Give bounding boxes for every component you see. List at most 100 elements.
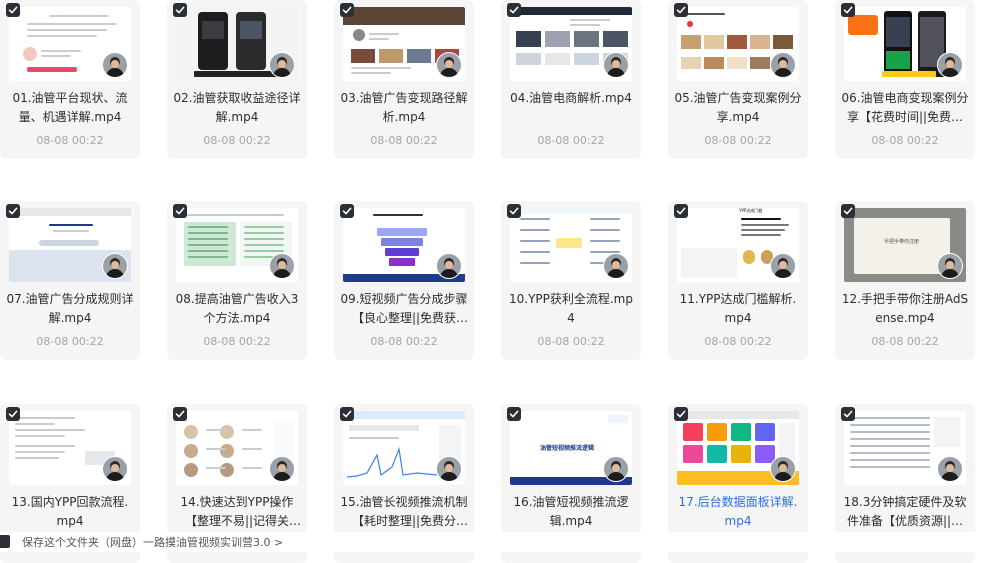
- file-card[interactable]: 09.短视频广告分成步骤【良心整理||免费获取】.mp4 08-08 00:22: [334, 201, 474, 360]
- file-name[interactable]: 18.3分钟搞定硬件及软件准备【优质资源||关注】.mp4: [841, 493, 969, 531]
- presenter-avatar: [603, 456, 629, 482]
- checkbox-checked-icon[interactable]: [674, 204, 688, 218]
- file-name[interactable]: 05.油管广告变现案例分享.mp4: [674, 89, 802, 127]
- presenter-avatar: [436, 52, 462, 78]
- checkbox-checked-icon[interactable]: [841, 407, 855, 421]
- checkbox-checked-icon[interactable]: [507, 204, 521, 218]
- video-thumbnail[interactable]: [677, 7, 799, 81]
- file-name[interactable]: 14.快速达到YPP操作【整理不易||记得关注】.mp4: [173, 493, 301, 531]
- checkbox-checked-icon[interactable]: [6, 407, 20, 421]
- checkbox-checked-icon[interactable]: [507, 3, 521, 17]
- file-date: 08-08 00:22: [370, 335, 438, 348]
- checkbox-checked-icon[interactable]: [173, 204, 187, 218]
- file-date: 08-08 00:22: [871, 335, 939, 348]
- presenter-avatar: [269, 456, 295, 482]
- presenter-avatar: [770, 52, 796, 78]
- presenter-avatar: [102, 456, 128, 482]
- presenter-avatar: [770, 456, 796, 482]
- file-name[interactable]: 01.油管平台现状、流量、机遇详解.mp4: [6, 89, 134, 127]
- presenter-avatar: [269, 253, 295, 279]
- file-date: 08-08 00:22: [203, 335, 271, 348]
- file-date: 08-08 00:22: [871, 134, 939, 147]
- file-name[interactable]: 07.油管广告分成规则详解.mp4: [6, 290, 134, 328]
- checkbox-checked-icon[interactable]: [6, 3, 20, 17]
- file-date: 08-08 00:22: [36, 134, 104, 147]
- file-card[interactable]: 06.油管电商变现案例分享【花费时间||免费分享】.mp4 08-08 00:2…: [835, 0, 975, 159]
- bottom-check-icon[interactable]: [0, 535, 10, 548]
- file-name[interactable]: 02.油管获取收益途径详解.mp4: [173, 89, 301, 127]
- checkbox-checked-icon[interactable]: [340, 407, 354, 421]
- file-card[interactable]: 02.油管获取收益途径详解.mp4 08-08 00:22: [167, 0, 307, 159]
- video-thumbnail[interactable]: [176, 208, 298, 282]
- file-card[interactable]: 03.油管广告变现路径解析.mp4 08-08 00:22: [334, 0, 474, 159]
- file-card[interactable]: 01.油管平台现状、流量、机遇详解.mp4 08-08 00:22: [0, 0, 140, 159]
- checkbox-checked-icon[interactable]: [674, 407, 688, 421]
- file-card[interactable]: 05.油管广告变现案例分享.mp4 08-08 00:22: [668, 0, 808, 159]
- file-card[interactable]: 08.提高油管广告收入3个方法.mp4 08-08 00:22: [167, 201, 307, 360]
- checkbox-checked-icon[interactable]: [841, 3, 855, 17]
- video-thumbnail[interactable]: [176, 411, 298, 485]
- video-thumbnail[interactable]: [343, 208, 465, 282]
- presenter-avatar: [937, 253, 963, 279]
- video-thumbnail[interactable]: [343, 411, 465, 485]
- file-date: 08-08 00:22: [36, 335, 104, 348]
- file-card[interactable]: 07.油管广告分成规则详解.mp4 08-08 00:22: [0, 201, 140, 360]
- presenter-avatar: [603, 52, 629, 78]
- checkbox-checked-icon[interactable]: [173, 407, 187, 421]
- presenter-avatar: [102, 52, 128, 78]
- file-name[interactable]: 08.提高油管广告收入3个方法.mp4: [173, 290, 301, 328]
- thumb-text-12: 手把手带你注册: [884, 239, 920, 245]
- file-name[interactable]: 03.油管广告变现路径解析.mp4: [340, 89, 468, 127]
- video-thumbnail[interactable]: [510, 7, 632, 81]
- video-thumbnail[interactable]: [677, 411, 799, 485]
- video-thumbnail[interactable]: [9, 7, 131, 81]
- presenter-avatar: [269, 52, 295, 78]
- video-thumbnail[interactable]: 油管短视频推流逻辑: [510, 411, 632, 485]
- checkbox-checked-icon[interactable]: [340, 3, 354, 17]
- video-thumbnail[interactable]: [9, 208, 131, 282]
- checkbox-checked-icon[interactable]: [173, 3, 187, 17]
- file-name[interactable]: 12.手把手带你注册AdSense.mp4: [841, 290, 969, 328]
- checkbox-checked-icon[interactable]: [674, 3, 688, 17]
- video-thumbnail[interactable]: YPP达成门槛: [677, 208, 799, 282]
- file-name[interactable]: 16.油管短视频推流逻辑.mp4: [507, 493, 635, 531]
- file-date: 08-08 00:22: [370, 134, 438, 147]
- presenter-avatar: [436, 253, 462, 279]
- video-thumbnail[interactable]: [510, 208, 632, 282]
- file-card[interactable]: 10.YPP获利全流程.mp4 08-08 00:22: [501, 201, 641, 360]
- presenter-avatar: [937, 52, 963, 78]
- presenter-avatar: [603, 253, 629, 279]
- file-name[interactable]: 17.后台数据面板详解.mp4: [674, 493, 802, 531]
- file-date: 08-08 00:22: [203, 134, 271, 147]
- file-name[interactable]: 06.油管电商变现案例分享【花费时间||免费分享】.mp4: [841, 89, 969, 127]
- file-card[interactable]: 04.油管电商解析.mp4 08-08 00:22: [501, 0, 641, 159]
- video-thumbnail[interactable]: [844, 411, 966, 485]
- presenter-avatar: [770, 253, 796, 279]
- video-thumbnail[interactable]: [176, 7, 298, 81]
- bottom-save-bar[interactable]: 保存这个文件夹（网盘）一路摸油管视频实训营3.0 >: [0, 532, 1006, 552]
- checkbox-checked-icon[interactable]: [6, 204, 20, 218]
- presenter-avatar: [436, 456, 462, 482]
- file-name[interactable]: 13.国内YPP回款流程.mp4: [6, 493, 134, 531]
- file-date: 08-08 00:22: [704, 335, 772, 348]
- file-name[interactable]: 10.YPP获利全流程.mp4: [507, 290, 635, 328]
- file-card[interactable]: 手把手带你注册 12.手把手带你注册AdSense.mp4 08-08 00:2…: [835, 201, 975, 360]
- file-grid: 01.油管平台现状、流量、机遇详解.mp4 08-08 00:22 02.油管获…: [0, 0, 1006, 563]
- video-thumbnail[interactable]: [343, 7, 465, 81]
- file-date: 08-08 00:22: [704, 134, 772, 147]
- video-thumbnail[interactable]: [9, 411, 131, 485]
- file-date: 08-08 00:22: [537, 335, 605, 348]
- presenter-avatar: [937, 456, 963, 482]
- video-thumbnail[interactable]: 手把手带你注册: [844, 208, 966, 282]
- file-card[interactable]: YPP达成门槛 11.YPP达成门槛解析.mp4 08-08 00:22: [668, 201, 808, 360]
- file-name[interactable]: 09.短视频广告分成步骤【良心整理||免费获取】.mp4: [340, 290, 468, 328]
- file-name[interactable]: 15.油管长视频推流机制【耗时整理||免费分享】.mp4: [340, 493, 468, 531]
- checkbox-checked-icon[interactable]: [507, 407, 521, 421]
- file-date: 08-08 00:22: [537, 134, 605, 147]
- file-name[interactable]: 11.YPP达成门槛解析.mp4: [674, 290, 802, 328]
- checkbox-checked-icon[interactable]: [340, 204, 354, 218]
- video-thumbnail[interactable]: [844, 7, 966, 81]
- bottom-bar-text[interactable]: 保存这个文件夹（网盘）一路摸油管视频实训营3.0 >: [22, 534, 283, 550]
- checkbox-checked-icon[interactable]: [841, 204, 855, 218]
- file-name[interactable]: 04.油管电商解析.mp4: [507, 89, 635, 108]
